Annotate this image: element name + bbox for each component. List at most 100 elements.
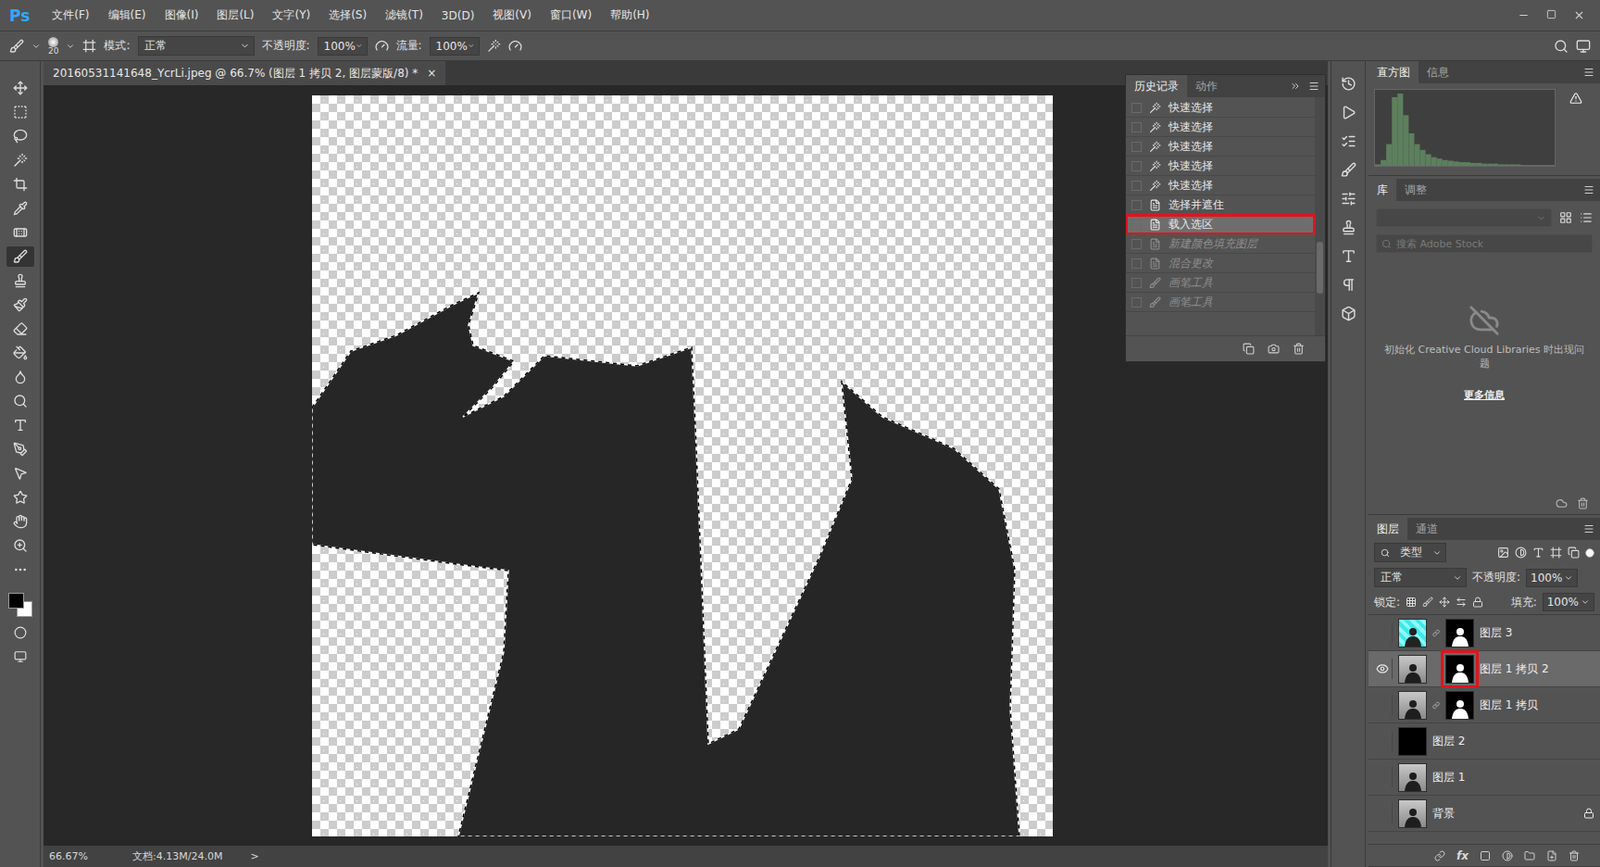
lock-all-icon[interactable]: [1472, 596, 1484, 608]
more-info-link[interactable]: 更多信息: [1463, 388, 1505, 403]
tool-button[interactable]: [6, 438, 35, 460]
filter-toggle-icon[interactable]: [1585, 548, 1595, 558]
menu-item[interactable]: 窗口(W): [542, 4, 600, 26]
visibility-toggle[interactable]: [1372, 622, 1393, 643]
lock-position-icon[interactable]: [1438, 596, 1450, 608]
menu-item[interactable]: 选择(S): [321, 4, 375, 26]
pressure-size-icon[interactable]: [508, 38, 523, 53]
layer-row[interactable]: 图层 1 拷贝 2: [1368, 650, 1600, 688]
close-icon[interactable]: [1573, 9, 1586, 22]
panel-tab[interactable]: 库: [1368, 178, 1397, 201]
mask-link[interactable]: [1432, 628, 1440, 638]
panel-tab[interactable]: 通道: [1407, 517, 1447, 540]
history-item[interactable]: 选择并遮住: [1125, 195, 1315, 215]
brush-panel-icon[interactable]: [82, 38, 97, 53]
maximize-icon[interactable]: [1546, 9, 1557, 20]
visibility-toggle[interactable]: [1372, 766, 1393, 788]
new-document-icon[interactable]: [1242, 342, 1255, 355]
tool-button[interactable]: [6, 462, 35, 484]
snapshot-source-box[interactable]: [1131, 258, 1142, 269]
panel-tab[interactable]: 图层: [1368, 517, 1408, 540]
pixel-filter-icon[interactable]: [1497, 546, 1510, 559]
adjustment-layer-icon[interactable]: [1501, 850, 1513, 862]
panel-menu-icon[interactable]: [1583, 66, 1595, 78]
tool-button[interactable]: [6, 535, 35, 556]
panel-menu-icon[interactable]: [1583, 184, 1595, 196]
list-view-icon[interactable]: [1579, 211, 1593, 225]
tool-button[interactable]: [6, 559, 35, 580]
panel-tab[interactable]: 信息: [1418, 61, 1458, 84]
snapshot-source-box[interactable]: [1131, 200, 1142, 211]
group-icon[interactable]: [1524, 850, 1536, 862]
paragraph-icon[interactable]: [1340, 276, 1357, 293]
actions-icon[interactable]: [1340, 104, 1357, 121]
menu-item[interactable]: 图层(L): [209, 4, 262, 26]
screen-mode-button[interactable]: [6, 646, 35, 667]
filter-kind-select[interactable]: 类型: [1374, 542, 1447, 563]
trash-icon[interactable]: [1568, 850, 1580, 862]
cache-warning[interactable]: [1569, 91, 1583, 108]
character-icon[interactable]: [1340, 248, 1357, 264]
snapshot-source-box[interactable]: [1131, 277, 1142, 288]
airbrush-icon[interactable]: [487, 38, 501, 53]
panel-tab[interactable]: 历史记录: [1125, 75, 1188, 98]
cloud-sync-icon[interactable]: [1555, 497, 1568, 510]
quick-mask-button[interactable]: [6, 622, 35, 643]
trash-icon[interactable]: [1576, 497, 1589, 510]
search-icon[interactable]: [1553, 38, 1569, 54]
layer-row[interactable]: 图层 3: [1368, 614, 1600, 651]
collapse-icon[interactable]: [1289, 80, 1301, 92]
mode-select[interactable]: 正常: [137, 36, 255, 56]
tool-button[interactable]: [6, 150, 35, 171]
snapshot-source-box[interactable]: [1131, 219, 1142, 230]
layer-mask-thumbnail[interactable]: [1445, 690, 1475, 720]
properties-icon[interactable]: [1340, 133, 1357, 150]
lock-artboard-icon[interactable]: [1455, 596, 1467, 608]
history-item[interactable]: 快速选择: [1125, 117, 1315, 138]
menu-item[interactable]: 图像(I): [157, 4, 207, 26]
tool-button[interactable]: [6, 77, 35, 99]
menu-item[interactable]: 3D(D): [434, 6, 482, 25]
snapshot-source-box[interactable]: [1131, 141, 1142, 152]
canvas[interactable]: [312, 95, 1053, 837]
scrollbar[interactable]: [1314, 97, 1325, 336]
blend-mode-select[interactable]: 正常: [1374, 567, 1467, 588]
history-item[interactable]: 快速选择: [1125, 98, 1315, 118]
menu-item[interactable]: 滤镜(T): [377, 4, 431, 26]
visibility-toggle[interactable]: [1372, 658, 1393, 679]
type-filter-icon[interactable]: [1532, 546, 1545, 559]
stock-search[interactable]: 搜索 Adobe Stock: [1375, 234, 1593, 253]
fill-field[interactable]: 100%: [1542, 592, 1595, 612]
tool-button[interactable]: [6, 246, 35, 267]
adjust-icon[interactable]: [1340, 190, 1357, 207]
layer-mask-thumbnail[interactable]: [1445, 618, 1475, 648]
tool-button[interactable]: [6, 270, 35, 291]
brush-tool-icon[interactable]: [9, 38, 25, 54]
snapshot-source-box[interactable]: [1131, 161, 1142, 172]
layer-style-button[interactable]: fx: [1456, 849, 1469, 863]
foreground-color[interactable]: [8, 592, 25, 609]
snapshot-source-box[interactable]: [1131, 180, 1142, 191]
tool-button[interactable]: [6, 101, 35, 123]
menu-item[interactable]: 帮助(H): [602, 4, 657, 26]
grid-view-icon[interactable]: [1559, 211, 1573, 225]
zoom-level[interactable]: 66.67%: [49, 850, 105, 863]
library-select[interactable]: [1375, 208, 1552, 227]
layer-row[interactable]: 背景: [1368, 795, 1600, 832]
link-layers-icon[interactable]: [1434, 850, 1446, 862]
panel-menu-icon[interactable]: [1308, 80, 1320, 92]
snapshot-icon[interactable]: [1267, 342, 1280, 355]
adjustment-filter-icon[interactable]: [1514, 546, 1527, 559]
opacity-field[interactable]: 100%: [317, 37, 368, 56]
layer-opacity-field[interactable]: 100%: [1525, 568, 1578, 588]
layer-mask-thumbnail[interactable]: [1445, 654, 1475, 684]
scroll-thumb[interactable]: [1316, 241, 1324, 294]
history-item[interactable]: 混合更改: [1125, 253, 1315, 274]
3d-icon[interactable]: [1340, 305, 1357, 322]
menu-item[interactable]: 视图(V): [485, 4, 539, 26]
smart-object-filter-icon[interactable]: [1567, 546, 1580, 559]
lock-pixels-icon[interactable]: [1422, 596, 1434, 608]
tool-button[interactable]: [6, 414, 35, 436]
tool-button[interactable]: [6, 318, 35, 339]
tab-close[interactable]: ×: [426, 66, 437, 80]
